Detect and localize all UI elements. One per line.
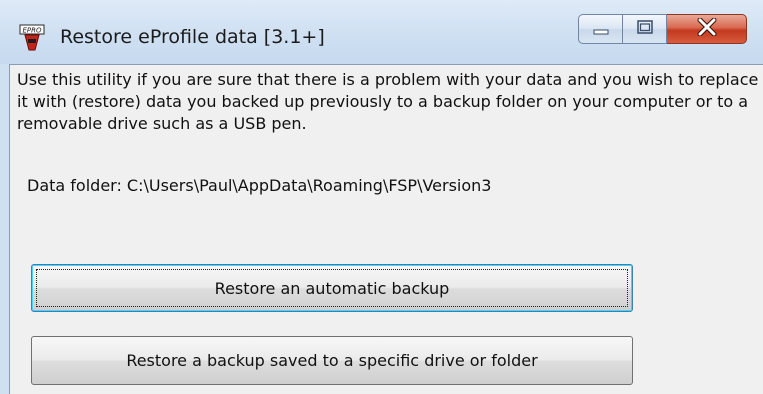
data-folder-path: Data folder: C:\Users\Paul\AppData\Roami… [27, 176, 492, 195]
restore-automatic-backup-button[interactable]: Restore an automatic backup [31, 264, 633, 312]
maximize-button[interactable] [623, 14, 667, 44]
close-button[interactable] [667, 14, 747, 44]
restore-specific-folder-button[interactable]: Restore a backup saved to a specific dri… [31, 336, 633, 385]
restore-specific-folder-label: Restore a backup saved to a specific dri… [126, 351, 538, 370]
maximize-icon [636, 19, 654, 39]
close-icon [696, 17, 718, 40]
restore-eprofile-window: EPRO Restore eProfile data [3.1+] Use th… [0, 0, 763, 394]
focus-rectangle [36, 269, 628, 307]
window-title: Restore eProfile data [3.1+] [60, 26, 325, 48]
description-text: Use this utility if you are sure that th… [17, 70, 759, 133]
title-bar[interactable]: EPRO Restore eProfile data [3.1+] [0, 0, 763, 64]
minimize-button[interactable] [578, 14, 623, 44]
app-icon[interactable]: EPRO [19, 24, 45, 52]
app-icon-text: EPRO [22, 27, 42, 35]
minimize-icon [592, 20, 610, 39]
caption-buttons [578, 14, 747, 44]
dialog-client-area: Use this utility if you are sure that th… [9, 64, 763, 394]
